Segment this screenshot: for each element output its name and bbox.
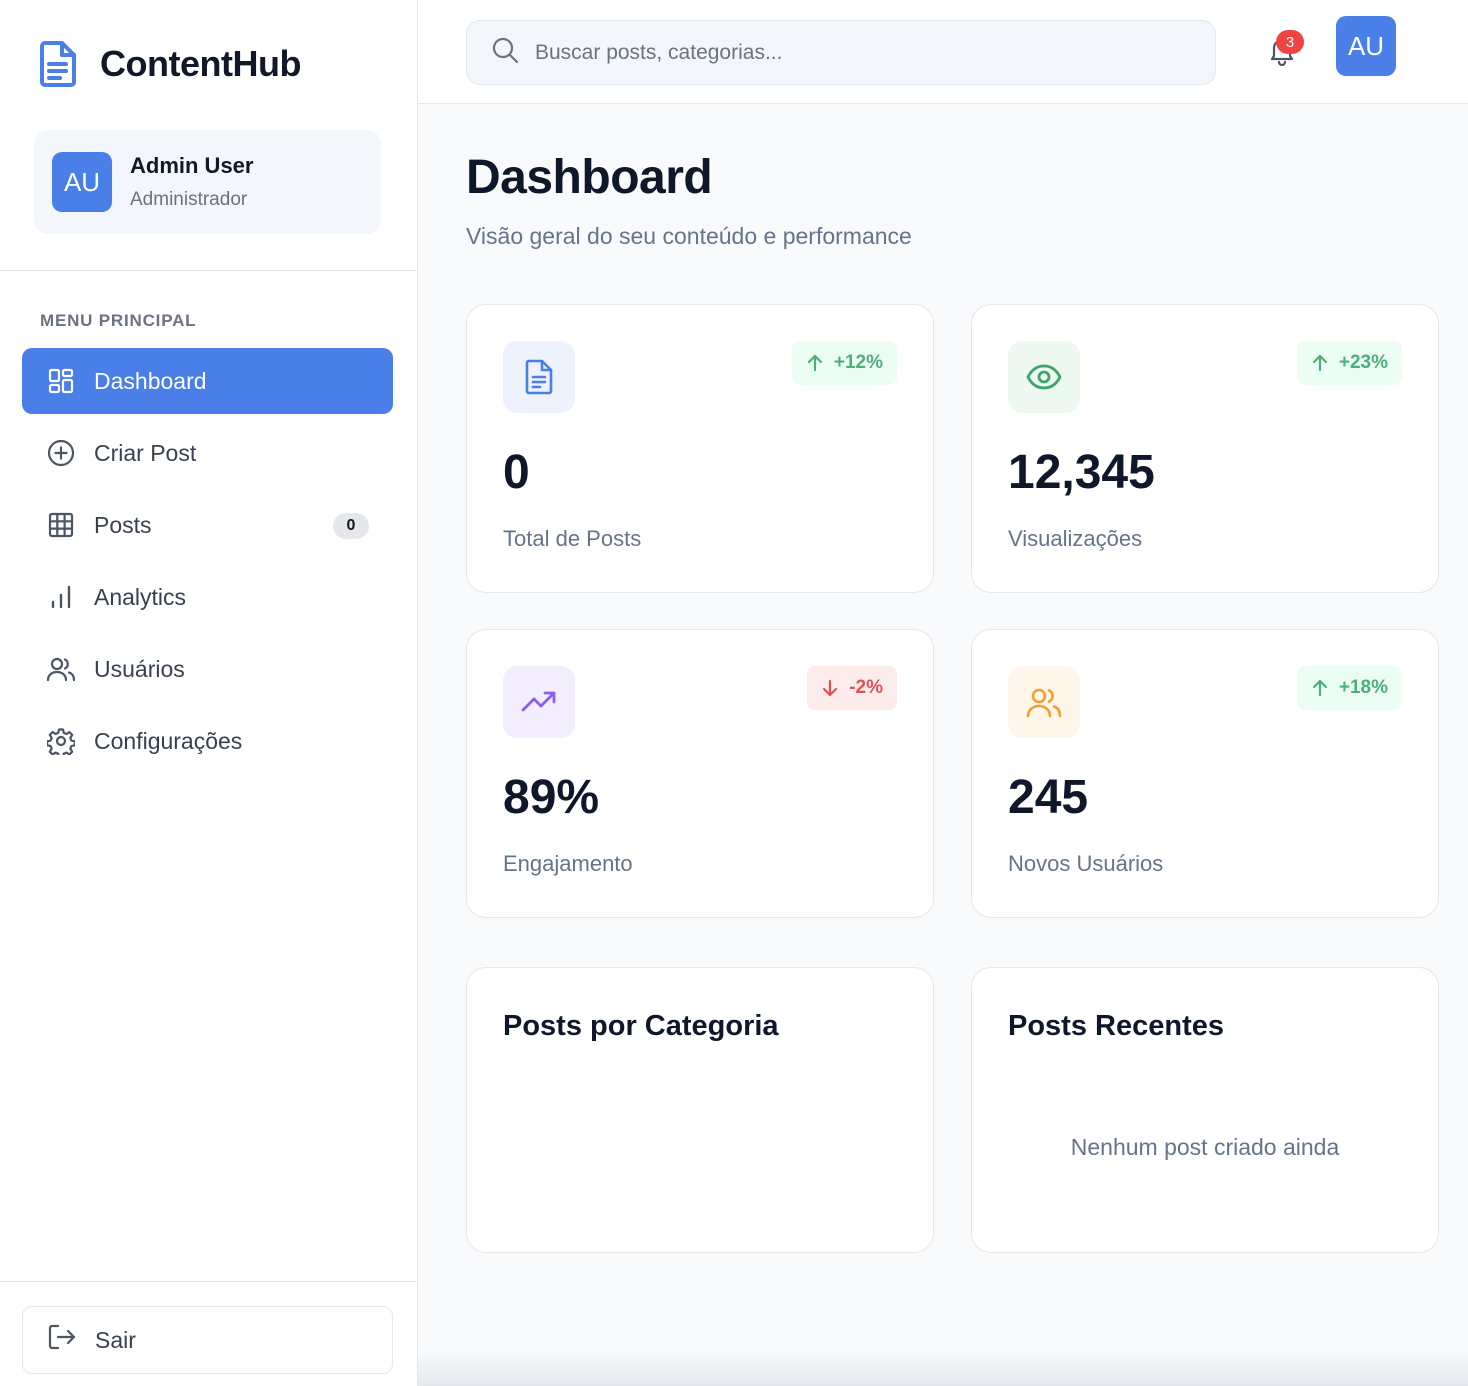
logout-button[interactable]: Sair: [22, 1306, 393, 1374]
bottom-shadow: [418, 1350, 1468, 1386]
sidebar-item-dashboard[interactable]: Dashboard: [22, 348, 393, 414]
sidebar-item-settings[interactable]: Configurações: [22, 708, 393, 774]
arrow-up-icon: [1311, 354, 1329, 372]
page-title: Dashboard: [466, 151, 713, 204]
trending-up-icon: [503, 666, 575, 738]
trend-badge: +18%: [1296, 666, 1402, 710]
stat-card-views: +23% 12,345 Visualizações: [971, 304, 1439, 593]
dashboard-grid-icon: [46, 366, 76, 396]
gear-icon: [46, 726, 76, 756]
bar-chart-icon: [46, 582, 76, 612]
notification-count-badge: 3: [1276, 30, 1304, 54]
sidebar-item-label: Usuários: [94, 655, 185, 682]
trend-badge: +23%: [1296, 341, 1402, 385]
sidebar-item-posts[interactable]: Posts 0: [22, 492, 393, 558]
users-icon: [1008, 666, 1080, 738]
document-icon: [503, 341, 575, 413]
trend-value: -2%: [849, 677, 883, 698]
sidebar-item-analytics[interactable]: Analytics: [22, 564, 393, 630]
user-meta: Admin User Administrador: [130, 153, 253, 211]
stat-value: 245: [1008, 771, 1089, 824]
stat-label: Total de Posts: [503, 526, 642, 551]
sidebar-divider: [0, 270, 418, 271]
stat-value: 0: [503, 446, 530, 499]
trend-value: +23%: [1338, 352, 1388, 373]
posts-count-badge: 0: [333, 513, 369, 539]
logout-label: Sair: [95, 1326, 136, 1353]
stat-label: Novos Usuários: [1008, 851, 1164, 876]
trend-value: +12%: [833, 352, 883, 373]
stat-label: Visualizações: [1008, 526, 1143, 551]
arrow-down-icon: [821, 679, 839, 697]
search-input[interactable]: [535, 40, 1155, 65]
stat-card-engagement: -2% 89% Engajamento: [466, 629, 934, 918]
main-nav: Dashboard Criar Post Posts 0 Analytics U…: [22, 348, 393, 780]
sidebar-item-users[interactable]: Usuários: [22, 636, 393, 702]
logout-icon: [47, 1323, 77, 1357]
trend-badge: +12%: [791, 341, 897, 385]
arrow-up-icon: [806, 354, 824, 372]
file-text-icon: [38, 40, 78, 88]
sidebar-item-label: Criar Post: [94, 439, 197, 466]
arrow-up-icon: [1311, 679, 1329, 697]
stat-label: Engajamento: [503, 851, 633, 876]
topbar: 3 AU: [418, 0, 1468, 104]
stat-card-new-users: +18% 245 Novos Usuários: [971, 629, 1439, 918]
panel-title: Posts Recentes: [1008, 1010, 1224, 1042]
brand-name: ContentHub: [100, 43, 301, 84]
page-subtitle: Visão geral do seu conteúdo e performanc…: [466, 223, 912, 249]
sidebar-item-label: Configurações: [94, 727, 243, 754]
stat-value: 89%: [503, 771, 600, 824]
table-grid-icon: [46, 510, 76, 540]
stat-value: 12,345: [1008, 446, 1155, 499]
panel-title: Posts por Categoria: [503, 1010, 779, 1042]
sidebar-bottom-divider: [0, 1281, 418, 1282]
trend-badge: -2%: [807, 666, 897, 710]
user-avatar-button[interactable]: AU: [1336, 16, 1396, 76]
eye-icon: [1008, 341, 1080, 413]
user-card[interactable]: AU Admin User Administrador: [34, 130, 381, 234]
bell-icon: [1268, 38, 1296, 70]
sidebar-item-label: Dashboard: [94, 367, 207, 394]
sidebar-item-label: Analytics: [94, 583, 187, 610]
user-avatar: AU: [52, 152, 112, 212]
recent-posts-panel: Posts Recentes Nenhum post criado ainda: [971, 967, 1439, 1253]
trend-value: +18%: [1338, 677, 1388, 698]
users-icon: [46, 654, 76, 684]
stat-card-total-posts: +12% 0 Total de Posts: [466, 304, 934, 593]
plus-circle-icon: [46, 438, 76, 468]
sidebar-item-create-post[interactable]: Criar Post: [22, 420, 393, 486]
posts-by-category-panel: Posts por Categoria: [466, 967, 934, 1253]
empty-state-text: Nenhum post criado ainda: [1070, 1134, 1340, 1160]
search-icon: [491, 36, 519, 69]
sidebar: ContentHub AU Admin User Administrador M…: [0, 0, 418, 1386]
user-role: Administrador: [130, 189, 248, 210]
search-bar[interactable]: [466, 20, 1216, 85]
brand[interactable]: ContentHub: [38, 40, 301, 88]
user-name: Admin User: [130, 153, 254, 178]
menu-heading: MENU PRINCIPAL: [40, 311, 197, 330]
sidebar-item-label: Posts: [94, 511, 152, 538]
